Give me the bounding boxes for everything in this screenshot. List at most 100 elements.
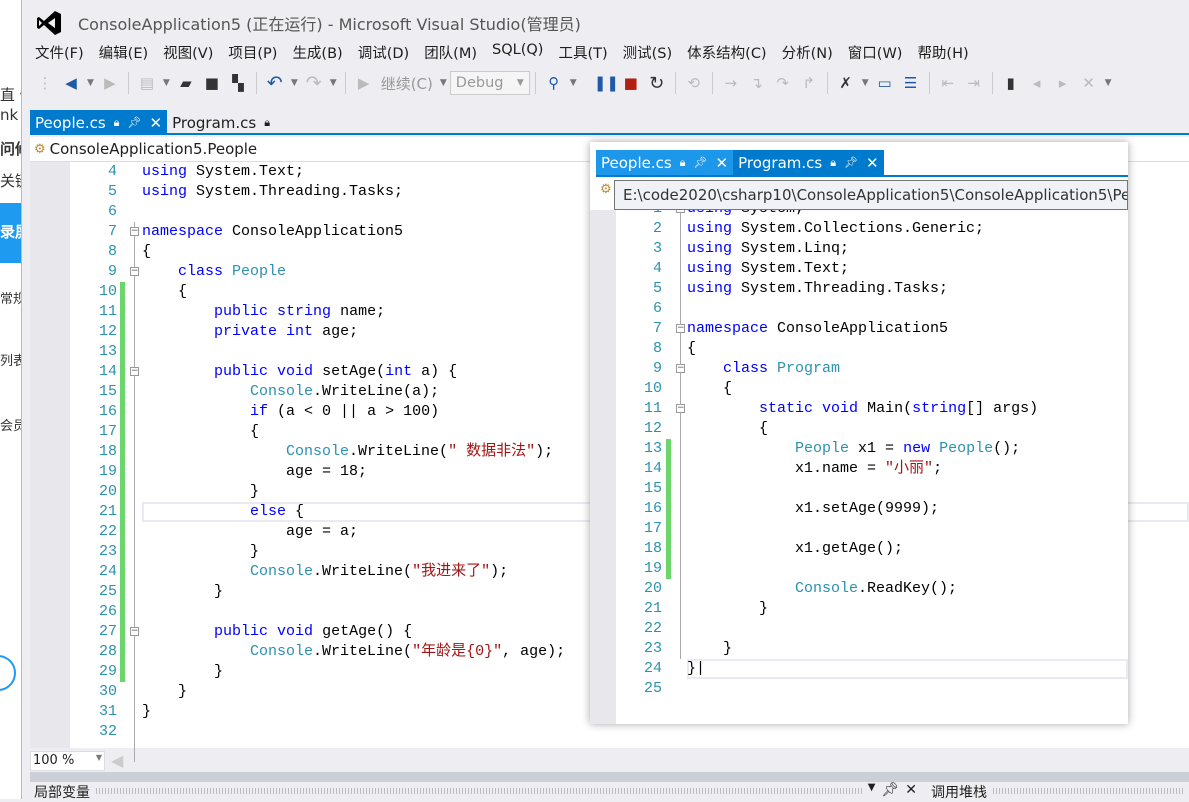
forward-icon[interactable]: ▶ — [99, 74, 121, 92]
collapse-icon[interactable]: − — [676, 404, 685, 413]
dropdown-arrow-icon[interactable]: ▼ — [163, 78, 170, 88]
restart-icon[interactable]: ↻ — [646, 73, 668, 94]
tab-program-cs[interactable]: Program.cs 🔒︎ — [167, 110, 275, 135]
collapse-icon[interactable]: − — [130, 267, 139, 276]
panel-grip[interactable] — [96, 788, 862, 794]
menu-item[interactable]: 分析(N) — [782, 42, 833, 64]
back-icon[interactable]: ◀ — [60, 74, 82, 92]
stop-icon[interactable]: ■ — [620, 74, 642, 92]
collapse-icon[interactable]: − — [130, 627, 139, 636]
close-icon[interactable]: ✕ — [866, 154, 879, 172]
undo-icon[interactable]: ↶ — [264, 72, 286, 94]
menu-item[interactable]: 团队(M) — [424, 42, 477, 64]
prev-bookmark-icon[interactable]: ◂ — [1026, 74, 1048, 92]
line-number: 16 — [98, 403, 117, 420]
dropdown-arrow-icon[interactable]: ▼ — [330, 78, 337, 88]
open-file-icon[interactable]: ▰ — [175, 74, 197, 92]
pin-icon[interactable]: 📌︎ — [881, 782, 899, 799]
line-number: 23 — [98, 543, 117, 560]
step-out-icon[interactable]: ↱ — [798, 74, 820, 92]
editor-status-bar: 100 % ▼ ◀ — [30, 750, 1189, 771]
dropdown-icon[interactable]: ▼ — [868, 782, 876, 799]
pin-icon[interactable]: 📌︎ — [128, 116, 142, 129]
dropdown-arrow-icon[interactable]: ▼ — [87, 78, 94, 88]
menu-item[interactable]: 编辑(E) — [99, 42, 148, 64]
pin-icon[interactable]: 📌︎ — [694, 156, 708, 169]
play-circle-icon[interactable] — [0, 655, 16, 691]
indent-icon[interactable]: ⇤ — [937, 74, 959, 92]
close-icon[interactable]: ✕ — [150, 114, 163, 132]
comment-icon[interactable]: ▭ — [874, 74, 896, 92]
line-number: 28 — [98, 643, 117, 660]
menu-item[interactable]: 测试(S) — [623, 42, 673, 64]
call-stack-panel-title[interactable]: 调用堆栈 — [931, 782, 987, 801]
continue-icon[interactable]: ▶ — [353, 74, 375, 92]
code-token: Console — [250, 383, 314, 400]
refresh-icon[interactable]: ⟲ — [683, 74, 705, 92]
breakpoints-icon[interactable]: ✗ — [835, 74, 857, 92]
dropdown-arrow-icon[interactable]: ▼ — [570, 78, 577, 88]
menu-item[interactable]: SQL(Q) — [492, 42, 543, 64]
dropdown-arrow-icon[interactable]: ▼ — [1105, 78, 1112, 88]
bookmark-icon[interactable]: ▮ — [1000, 74, 1022, 92]
pin-icon[interactable]: 📌︎ — [844, 156, 858, 169]
code-token: [] args) — [966, 400, 1039, 417]
pause-icon[interactable]: ❚❚ — [594, 74, 619, 92]
menu-item[interactable]: 窗口(W) — [848, 42, 903, 64]
collapse-icon[interactable]: − — [676, 364, 685, 373]
collapse-icon[interactable]: − — [130, 367, 139, 376]
zoom-select[interactable]: 100 % ▼ — [30, 750, 105, 771]
redo-icon[interactable]: ↷ — [303, 72, 325, 94]
menu-item[interactable]: 体系结构(C) — [687, 42, 766, 64]
dropdown-arrow-icon[interactable]: ▼ — [862, 78, 869, 88]
scroll-left-icon[interactable]: ◀ — [111, 751, 123, 770]
menu-item[interactable]: 文件(F) — [35, 42, 84, 64]
step-into-icon[interactable]: ↴ — [746, 74, 768, 92]
code-token: System.Collections.Generic; — [732, 220, 985, 237]
bg-text[interactable]: 录屏 — [0, 203, 21, 263]
splitter[interactable] — [30, 772, 1189, 782]
save-icon[interactable]: ■ — [201, 74, 223, 92]
close-icon[interactable]: ✕ — [905, 782, 917, 799]
lock-icon: 🔒︎ — [113, 115, 120, 129]
step-over-icon[interactable]: ↷ — [772, 74, 794, 92]
collapse-icon[interactable]: − — [676, 210, 685, 213]
uncomment-icon[interactable]: ☰ — [900, 74, 922, 92]
code-text: { — [687, 379, 732, 399]
close-icon[interactable]: ✕ — [716, 154, 729, 172]
tab-people-cs[interactable]: People.cs 🔒︎ 📌︎ ✕ — [596, 150, 734, 175]
show-next-icon[interactable]: → — [720, 74, 742, 92]
save-all-icon[interactable]: ▚ — [227, 74, 249, 92]
dropdown-arrow-icon[interactable]: ▼ — [291, 78, 298, 88]
code-line: 15 — [590, 479, 1128, 499]
collapse-icon[interactable]: − — [130, 227, 139, 236]
next-bookmark-icon[interactable]: ▸ — [1052, 74, 1074, 92]
locals-panel-title[interactable]: 局部变量 — [34, 782, 90, 801]
code-line: 23 } — [590, 639, 1128, 659]
new-project-icon[interactable]: ▤ — [136, 74, 158, 92]
code-token: public — [214, 623, 269, 640]
line-number: 13 — [643, 440, 662, 457]
code-token: public — [214, 303, 269, 320]
code-editor-program[interactable]: 1using System;−2using System.Collections… — [590, 210, 1128, 724]
line-number: 22 — [643, 620, 662, 637]
outdent-icon[interactable]: ⇥ — [963, 74, 985, 92]
menu-item[interactable]: 调试(D) — [358, 42, 409, 64]
solution-config-select[interactable]: Debug ▼ — [449, 71, 530, 95]
panel-grip[interactable] — [993, 788, 1183, 794]
menu-item[interactable]: 生成(B) — [292, 42, 342, 64]
menu-item[interactable]: 工具(T) — [558, 42, 607, 64]
menu-item[interactable]: 项目(P) — [228, 42, 277, 64]
tab-program-cs[interactable]: Program.cs 🔒︎ 📌︎ ✕ — [733, 150, 884, 175]
menu-item[interactable]: 帮助(H) — [917, 42, 968, 64]
menu-item[interactable]: 视图(V) — [163, 42, 213, 64]
clear-bookmark-icon[interactable]: ✕ — [1078, 74, 1100, 92]
find-icon[interactable]: ⚲ — [543, 74, 565, 92]
tab-people-cs[interactable]: People.cs 🔒︎ 📌︎ ✕ — [30, 110, 168, 135]
dropdown-arrow-icon[interactable]: ▼ — [440, 78, 447, 88]
collapse-icon[interactable]: − — [676, 324, 685, 333]
continue-button[interactable]: 继续(C) — [381, 73, 433, 94]
tab-label: People.cs — [601, 153, 672, 172]
